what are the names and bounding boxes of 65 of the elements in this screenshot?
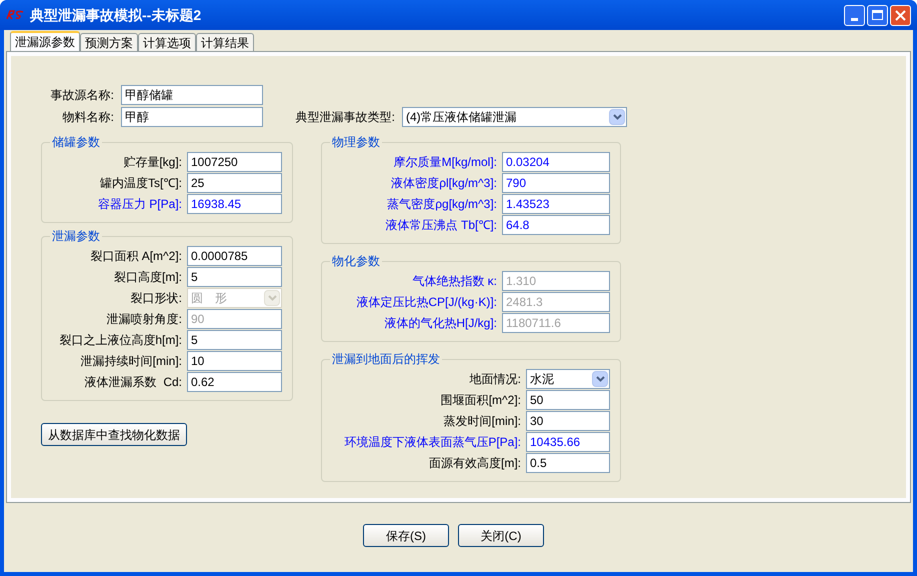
window-title: 典型泄漏事故模拟--未标题2: [30, 6, 202, 24]
maximize-icon: [872, 10, 883, 20]
group-title: 物化参数: [331, 253, 381, 270]
field-label: 贮存量[kg]:: [123, 154, 182, 170]
text-field[interactable]: 50: [526, 390, 610, 410]
field-label: 摩尔质量M[kg/mol]:: [394, 154, 497, 170]
group-title: 泄漏到地面后的挥发: [331, 351, 441, 368]
group-title: 泄漏参数: [51, 228, 101, 245]
minimize-button[interactable]: [844, 4, 865, 26]
tab[interactable]: 预测方案: [80, 33, 138, 51]
field-label: 泄漏喷射角度:: [106, 310, 182, 328]
field-label: 蒸发时间[min]:: [444, 412, 521, 430]
text-field[interactable]: 0.62: [187, 372, 282, 392]
text-field[interactable]: 16938.45: [187, 194, 282, 214]
text-field[interactable]: 5: [187, 330, 282, 350]
close-button[interactable]: [890, 4, 911, 26]
field-label: 泄漏持续时间[min]:: [80, 352, 182, 370]
minimize-icon: [851, 18, 858, 20]
text-field[interactable]: 0.03204: [502, 152, 610, 172]
lookup-button[interactable]: 从数据库中查找物化数据: [41, 423, 187, 446]
maximize-button[interactable]: [867, 4, 888, 26]
dropdown[interactable]: (4)常压液体储罐泄漏: [402, 107, 627, 127]
group-title: 物理参数: [331, 134, 381, 151]
text-field[interactable]: 25: [187, 172, 282, 192]
text-field[interactable]: 甲醇: [121, 107, 263, 127]
field-label: 液体泄漏系数 Cd:: [84, 374, 182, 390]
dropdown[interactable]: 水泥: [526, 368, 610, 388]
group-title: 储罐参数: [51, 134, 101, 151]
app-logo-icon: [6, 10, 24, 20]
field-label: 蒸气密度ρg[kg/m^3]:: [387, 196, 497, 212]
field-label: 罐内温度Ts[℃]:: [100, 174, 182, 192]
field-label: 气体绝热指数 κ:: [412, 272, 497, 290]
dialog-button[interactable]: 保存(S): [363, 524, 449, 547]
tab[interactable]: 泄漏源参数: [10, 31, 80, 51]
text-field[interactable]: 30: [526, 410, 610, 430]
field-label: 环境温度下液体表面蒸气压P[Pa]:: [344, 434, 521, 450]
field-label: 面源有效高度[m]:: [429, 454, 521, 472]
text-field[interactable]: 64.8: [502, 214, 610, 234]
text-field[interactable]: 0.0000785: [187, 246, 282, 266]
field-label: 地面情况:: [470, 370, 521, 388]
field-label: 物料名称:: [62, 109, 114, 126]
tab[interactable]: 计算选项: [138, 33, 196, 51]
field-label: 典型泄漏事故类型:: [294, 109, 395, 126]
field-label: 裂口高度[m]:: [114, 268, 182, 286]
field-label: 液体定压比热CP[J/(kg·K)]:: [356, 294, 497, 310]
field-label: 裂口形状:: [130, 290, 182, 306]
text-field[interactable]: 5: [187, 266, 282, 286]
text-field[interactable]: 1.43523: [502, 194, 610, 214]
close-icon: [895, 10, 906, 20]
text-field[interactable]: 790: [502, 172, 610, 192]
field-label: 围堰面积[m^2]:: [440, 392, 521, 408]
text-field[interactable]: 0.5: [526, 452, 610, 472]
text-field[interactable]: 1007250: [187, 152, 282, 172]
text-field[interactable]: 10435.66: [526, 432, 610, 452]
field-label: 液体常压沸点 Tb[℃]:: [386, 216, 497, 234]
text-field[interactable]: 10: [187, 350, 282, 370]
field-label: 裂口之上液位高度h[m]:: [59, 332, 182, 348]
field-label: 容器压力 P[Pa]:: [98, 196, 182, 212]
field-label: 裂口面积 A[m^2]:: [90, 248, 182, 264]
field-label: 液体密度ρl[kg/m^3]:: [391, 174, 497, 192]
dialog-button[interactable]: 关闭(C): [458, 524, 544, 547]
field-label: 液体的气化热H[J/kg]:: [384, 314, 497, 332]
field-label: 事故源名称:: [50, 87, 114, 104]
tab[interactable]: 计算结果: [196, 33, 254, 51]
text-field[interactable]: 甲醇储罐: [121, 85, 263, 105]
